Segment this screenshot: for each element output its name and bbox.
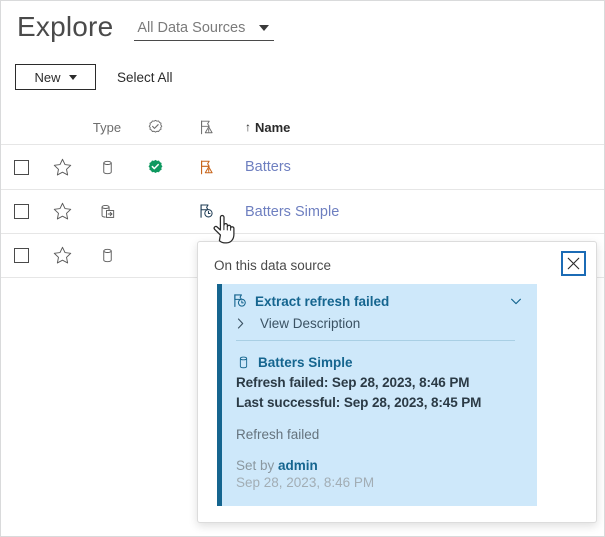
page-header: Explore All Data Sources <box>1 1 605 53</box>
row-type-cell <box>83 203 131 221</box>
row-type-cell <box>83 159 131 176</box>
column-header-name-label: Name <box>255 120 290 135</box>
quality-warning-panel: Extract refresh failed View Description <box>217 284 537 506</box>
row-favorite-cell <box>41 245 83 266</box>
refresh-failed-timestamp: Refresh failed: Sep 28, 2023, 8:46 PM <box>236 375 527 390</box>
row-name-cell: Batters Simple <box>232 204 605 220</box>
table-row[interactable]: Batters <box>1 145 605 190</box>
explore-page: Explore All Data Sources New Select All … <box>0 0 605 537</box>
column-header-name: ↑ Name <box>245 120 290 135</box>
quality-warning-orange-icon[interactable] <box>198 159 215 176</box>
certified-green-icon <box>147 159 164 176</box>
status-message: Refresh failed <box>236 427 527 442</box>
popup-title: On this data source <box>214 258 331 273</box>
view-description-toggle[interactable]: View Description <box>222 309 537 331</box>
quality-warning-header[interactable]: Extract refresh failed <box>222 284 537 309</box>
row-checkbox[interactable] <box>14 160 29 175</box>
popup-data-source-row: Batters Simple <box>236 355 527 370</box>
sort-ascending-icon: ↑ <box>245 121 251 133</box>
row-checkbox-cell <box>1 204 41 219</box>
row-data-quality-cell[interactable] <box>180 203 232 220</box>
star-outline-icon[interactable] <box>52 157 73 178</box>
database-icon <box>99 159 116 176</box>
database-extract-icon <box>98 203 116 221</box>
quality-warning-details: Batters Simple Refresh failed: Sep 28, 2… <box>222 341 537 490</box>
star-outline-icon[interactable] <box>52 245 73 266</box>
chevron-right-icon <box>234 317 247 330</box>
new-button[interactable]: New <box>15 64 96 90</box>
table-row[interactable]: Batters Simple <box>1 190 605 234</box>
popup-data-source-name: Batters Simple <box>258 355 353 370</box>
new-button-label: New <box>34 70 60 85</box>
set-by-prefix: Set by <box>236 458 278 473</box>
header-certification-cell[interactable] <box>131 119 180 136</box>
row-checkbox-cell <box>1 160 41 175</box>
data-quality-warning-icon <box>198 119 215 136</box>
star-outline-icon[interactable] <box>52 201 73 222</box>
certification-badge-icon <box>147 119 164 136</box>
row-name-cell: Batters <box>232 159 605 175</box>
database-icon <box>236 355 251 370</box>
last-successful-timestamp: Last successful: Sep 28, 2023, 8:45 PM <box>236 395 527 410</box>
data-source-filter-dropdown[interactable]: All Data Sources <box>134 20 274 41</box>
quality-refresh-failed-icon[interactable] <box>198 203 215 220</box>
close-icon <box>566 256 581 271</box>
toolbar: New Select All <box>1 61 605 93</box>
row-checkbox[interactable] <box>14 204 29 219</box>
view-description-label: View Description <box>260 316 360 331</box>
set-at-timestamp: Sep 28, 2023, 8:46 PM <box>236 475 527 490</box>
chevron-down-icon <box>69 75 77 80</box>
data-source-filter-label: All Data Sources <box>137 20 245 36</box>
row-data-quality-cell[interactable] <box>180 159 232 176</box>
header-data-quality-cell[interactable] <box>180 119 232 136</box>
row-favorite-cell <box>41 157 83 178</box>
header-type-cell[interactable]: Type <box>83 120 131 135</box>
row-favorite-cell <box>41 201 83 222</box>
header-name-cell[interactable]: ↑ Name <box>232 120 605 135</box>
select-all-button[interactable]: Select All <box>117 70 173 85</box>
data-source-link[interactable]: Batters Simple <box>245 204 339 220</box>
row-certification-cell <box>131 159 180 176</box>
set-by-user: admin <box>278 458 318 473</box>
table-header-row: Type <box>1 110 605 145</box>
page-title: Explore <box>17 13 113 41</box>
chevron-down-icon[interactable] <box>509 294 523 308</box>
set-by-line: Set by admin <box>236 458 527 473</box>
data-source-link[interactable]: Batters <box>245 159 291 175</box>
data-quality-popup: On this data source Extract refr <box>197 241 597 523</box>
database-icon <box>99 247 116 264</box>
row-checkbox-cell <box>1 248 41 263</box>
popup-close-button[interactable] <box>561 251 586 276</box>
chevron-down-icon <box>259 25 269 31</box>
quality-refresh-failed-icon <box>232 293 248 309</box>
column-header-type: Type <box>93 120 121 135</box>
row-type-cell <box>83 247 131 264</box>
quality-warning-label: Extract refresh failed <box>255 294 389 309</box>
row-checkbox[interactable] <box>14 248 29 263</box>
